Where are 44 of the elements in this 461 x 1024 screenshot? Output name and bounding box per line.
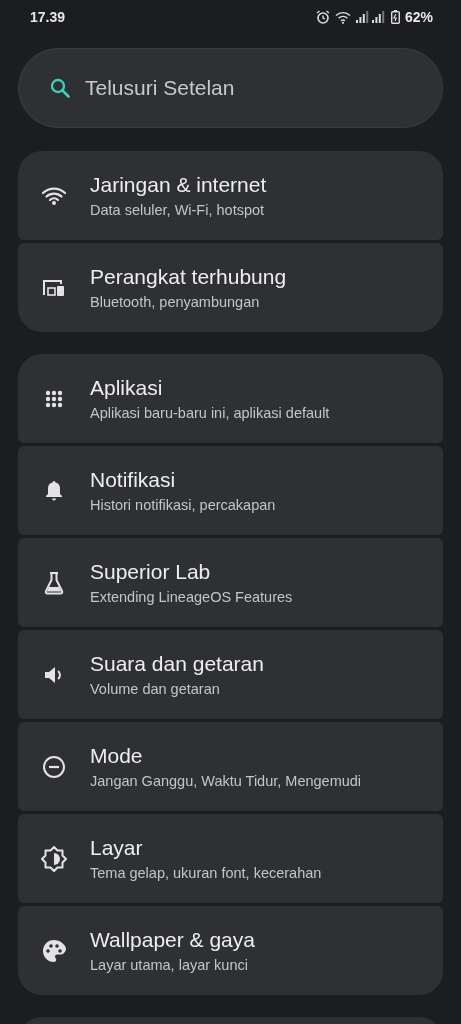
settings-item[interactable]: Perangkat terhubung Bluetooth, penyambungan bbox=[18, 243, 443, 332]
brightness-icon bbox=[41, 845, 67, 872]
item-title: Superior Lab bbox=[90, 560, 212, 584]
battery-icon bbox=[390, 10, 400, 24]
item-subtitle: Histori notifikasi, percakapan bbox=[90, 497, 276, 513]
item-title: Aplikasi bbox=[90, 376, 164, 400]
palette-icon bbox=[42, 938, 66, 963]
settings-item[interactable]: Notifikasi Histori notifikasi, percakapan bbox=[18, 446, 443, 535]
item-title: Layar bbox=[90, 836, 144, 860]
item-title: Jaringan & internet bbox=[90, 173, 267, 197]
apps-grid-icon bbox=[45, 389, 63, 408]
bell-icon bbox=[45, 480, 63, 501]
item-subtitle: Data seluler, Wi-Fi, hotspot bbox=[90, 202, 266, 218]
search-icon bbox=[50, 78, 70, 98]
status-time: 17.39 bbox=[30, 9, 66, 25]
item-subtitle: Bluetooth, penyambungan bbox=[90, 294, 261, 310]
wifi-icon bbox=[42, 186, 66, 205]
item-title: Suara dan getaran bbox=[90, 652, 264, 676]
item-title: Wallpaper & gaya bbox=[90, 928, 255, 952]
item-subtitle: Extending LineageOS Features bbox=[90, 589, 293, 605]
settings-item[interactable]: Aplikasi Aplikasi baru-baru ini, aplikasi default bbox=[18, 354, 443, 443]
item-title: Perangkat terhubung bbox=[90, 265, 287, 289]
battery-percent: 62% bbox=[404, 9, 433, 25]
speaker-icon bbox=[44, 665, 64, 684]
devices-icon bbox=[43, 279, 65, 296]
settings-item[interactable]: Jaringan & internet Data seluler, Wi-Fi, hotspot bbox=[18, 151, 443, 240]
settings-item[interactable]: Superior Lab Extending LineageOS Features bbox=[18, 538, 443, 627]
item-subtitle: Layar utama, layar kunci bbox=[90, 957, 249, 973]
item-subtitle: Jangan Ganggu, Waktu Tidur, Mengemudi bbox=[90, 773, 362, 789]
wifi-signal-icon bbox=[334, 10, 351, 24]
item-title: Notifikasi bbox=[90, 468, 177, 492]
item-subtitle: Volume dan getaran bbox=[90, 681, 221, 697]
alarm-icon bbox=[315, 10, 330, 24]
settings-item[interactable]: Suara dan getaran Volume dan getaran bbox=[18, 630, 443, 719]
item-subtitle: Aplikasi baru-baru ini, aplikasi default bbox=[90, 405, 330, 421]
item-title: Mode bbox=[90, 744, 144, 768]
settings-item[interactable]: Layar Tema gelap, ukuran font, kecerahan bbox=[18, 814, 443, 903]
settings-item[interactable]: Wallpaper & gaya Layar utama, layar kunci bbox=[18, 906, 443, 995]
minus-circle-icon bbox=[42, 754, 66, 779]
cell-signal-icon bbox=[355, 11, 386, 23]
search-field[interactable]: Telusuri Setelan bbox=[18, 48, 443, 128]
item-subtitle: Tema gelap, ukuran font, kecerahan bbox=[90, 865, 322, 881]
flask-icon bbox=[44, 570, 64, 595]
settings-item[interactable]: Mode Jangan Ganggu, Waktu Tidur, Mengemudi bbox=[18, 722, 443, 811]
